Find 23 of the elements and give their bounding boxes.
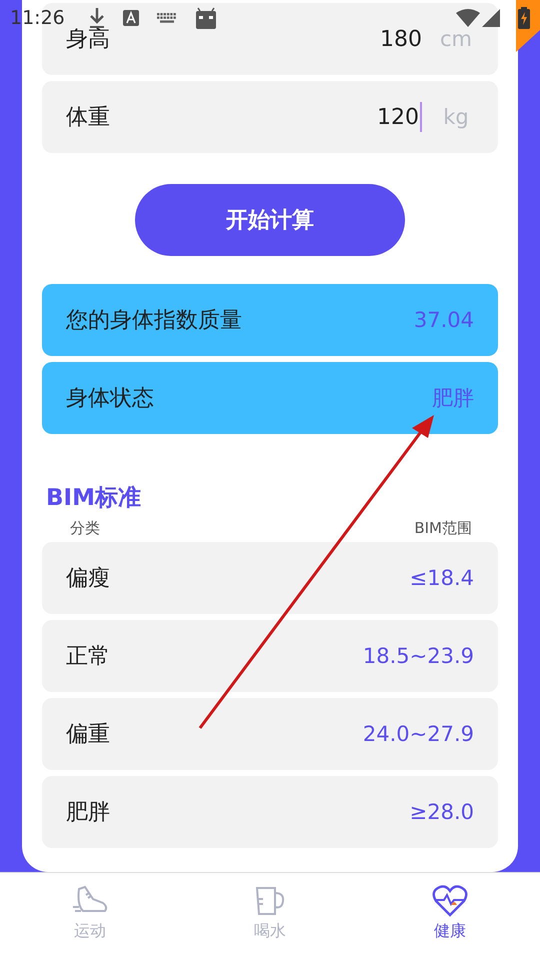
- range-text: ≥28.0: [410, 800, 474, 824]
- result-label: 身体状态: [66, 385, 155, 413]
- input-field[interactable]: 180: [380, 26, 422, 52]
- column-header: BIM范围: [414, 519, 472, 538]
- result-label: 您的身体指数质量: [66, 307, 243, 335]
- range-text: 24.0~27.9: [362, 722, 474, 746]
- category-text: 肥胖: [66, 799, 111, 827]
- column-header: 分类: [70, 519, 100, 538]
- unit-label: kg: [442, 105, 470, 129]
- unit-label: cm: [438, 27, 473, 51]
- field-label: 体重: [66, 104, 111, 132]
- result-value: 肥胖: [432, 385, 474, 412]
- range-text: 18.5~23.9: [362, 644, 474, 668]
- calculate-button[interactable]: 开始计算: [135, 184, 405, 256]
- category-text: 正常: [66, 643, 111, 671]
- field-label: 身高: [66, 26, 111, 54]
- nav-tab[interactable]: 健康: [360, 873, 540, 960]
- input-field[interactable]: 120: [377, 102, 422, 132]
- category-text: 偏重: [66, 721, 111, 749]
- range-text: ≤18.4: [410, 566, 474, 590]
- category-text: 偏瘦: [66, 565, 111, 593]
- section-title: BIM标准: [46, 484, 141, 513]
- result-value: 37.04: [414, 308, 474, 332]
